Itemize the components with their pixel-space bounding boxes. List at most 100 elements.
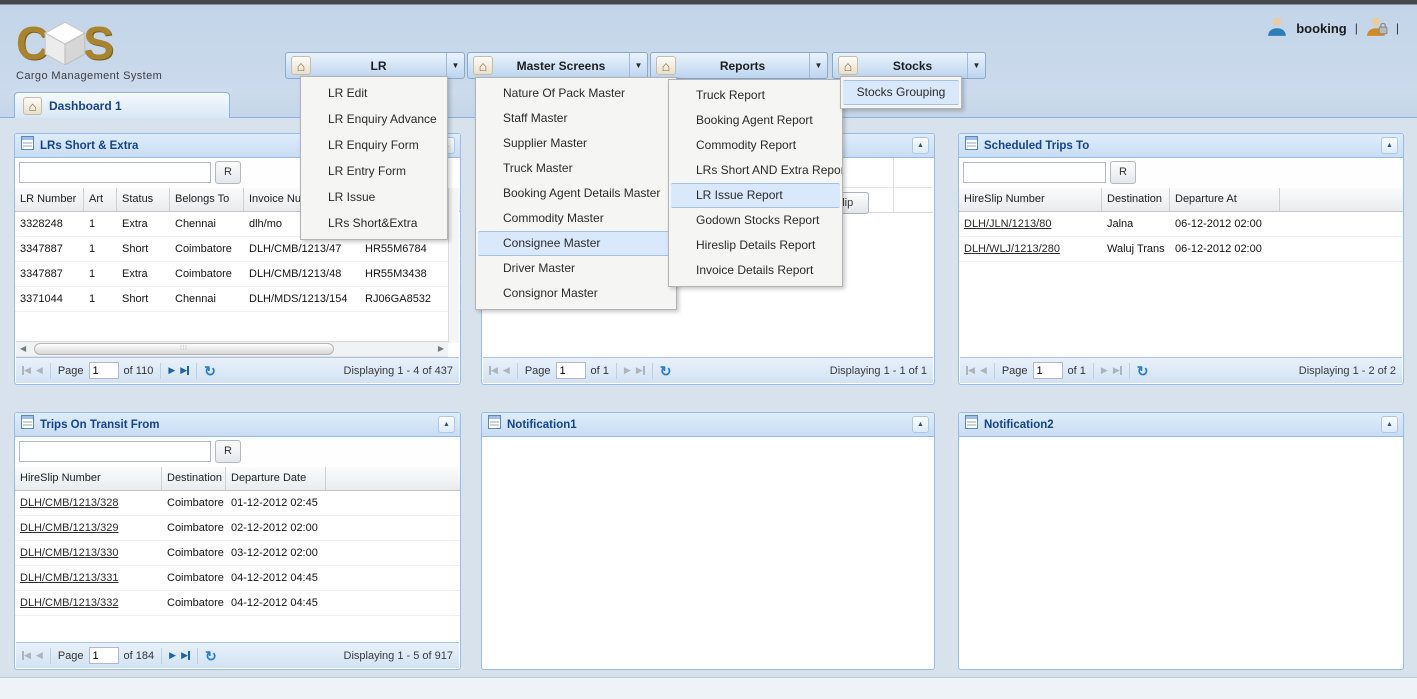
menu-button-lr[interactable]: ⌂ LR ▼: [285, 52, 465, 79]
chevron-down-icon[interactable]: ▼: [809, 53, 827, 78]
column-header[interactable]: HireSlip Number: [15, 467, 162, 490]
last-page-button[interactable]: ▶: [181, 650, 190, 661]
search-input[interactable]: [19, 162, 211, 183]
menu-item-lr-enquiry-form[interactable]: LR Enquiry Form: [301, 132, 447, 158]
menu-item-lr-enquiry-advance[interactable]: LR Enquiry Advance: [301, 106, 447, 132]
menu-item-lr-entry-form[interactable]: LR Entry Form: [301, 158, 447, 184]
table-row[interactable]: DLH/CMB/1213/332 Coimbatore 04-12-2012 0…: [15, 591, 460, 616]
column-header[interactable]: Departure At: [1170, 188, 1280, 211]
hireslip-link[interactable]: DLH/WLJ/1213/280: [959, 237, 1102, 261]
refresh-icon[interactable]: ↻: [205, 649, 217, 663]
tab-dashboard-1[interactable]: ⌂ Dashboard 1: [14, 92, 230, 118]
menu-item-supplier-master[interactable]: Supplier Master: [476, 131, 676, 156]
hireslip-link[interactable]: DLH/CMB/1213/331: [15, 566, 162, 590]
menu-button-master-screens[interactable]: ⌂ Master Screens ▼: [467, 52, 648, 79]
table-row[interactable]: DLH/CMB/1213/330 Coimbatore 03-12-2012 0…: [15, 541, 460, 566]
menu-button-reports[interactable]: ⌂ Reports ▼: [650, 52, 828, 79]
menu-item-hireslip-details-report[interactable]: Hireslip Details Report: [669, 233, 842, 258]
vertical-scrollbar[interactable]: [448, 188, 459, 343]
column-header[interactable]: Status: [117, 188, 170, 211]
scroll-right-icon[interactable]: ▶: [438, 344, 444, 353]
next-page-button[interactable]: ▶: [1101, 365, 1108, 376]
refresh-icon[interactable]: ↻: [660, 364, 672, 378]
table-row[interactable]: DLH/CMB/1213/328 Coimbatore 01-12-2012 0…: [15, 491, 460, 516]
horizontal-scrollbar[interactable]: ◀ ▶: [16, 341, 448, 357]
page-number-input[interactable]: [89, 362, 119, 379]
menu-item-lrs-short-extra[interactable]: LRs Short&Extra: [301, 210, 447, 236]
menu-item-nature-of-pack-master[interactable]: Nature Of Pack Master: [476, 81, 676, 106]
menu-item-commodity-master[interactable]: Commodity Master: [476, 206, 676, 231]
table-row[interactable]: 3347887 1 Extra Coimbatore DLH/CMB/1213/…: [15, 262, 460, 287]
menu-item-booking-agent-details-master[interactable]: Booking Agent Details Master: [476, 181, 676, 206]
menu-item-staff-master[interactable]: Staff Master: [476, 106, 676, 131]
search-input[interactable]: [19, 441, 211, 462]
refresh-icon[interactable]: ↻: [1137, 364, 1149, 378]
table-row[interactable]: DLH/CMB/1213/329 Coimbatore 02-12-2012 0…: [15, 516, 460, 541]
first-page-button[interactable]: ◀: [489, 365, 498, 376]
menu-item-lr-edit[interactable]: LR Edit: [301, 80, 447, 106]
table-row[interactable]: DLH/CMB/1213/331 Coimbatore 04-12-2012 0…: [15, 566, 460, 591]
hireslip-link[interactable]: DLH/CMB/1213/328: [15, 491, 162, 515]
table-row[interactable]: DLH/WLJ/1213/280 Waluj Trans 06-12-2012 …: [959, 237, 1403, 262]
next-page-button[interactable]: ▶: [168, 365, 175, 376]
prev-page-button[interactable]: ◀: [36, 365, 43, 376]
collapse-button[interactable]: ▲: [1381, 137, 1398, 154]
menu-item-lr-issue[interactable]: LR Issue: [301, 184, 447, 210]
menu-item-truck-master[interactable]: Truck Master: [476, 156, 676, 181]
first-page-button[interactable]: ◀: [966, 365, 975, 376]
collapse-button[interactable]: ▲: [1381, 416, 1398, 433]
next-page-button[interactable]: ▶: [169, 650, 176, 661]
column-header[interactable]: Destination: [1102, 188, 1170, 211]
menu-item-lrs-short-and-extra-report[interactable]: LRs Short AND Extra Report: [669, 158, 842, 183]
menu-item-godown-stocks-report[interactable]: Godown Stocks Report: [669, 208, 842, 233]
table-row[interactable]: 3347887 1 Short Coimbatore DLH/CMB/1213/…: [15, 237, 460, 262]
chevron-down-icon[interactable]: ▼: [967, 53, 985, 78]
last-page-button[interactable]: ▶: [636, 365, 645, 376]
menu-item-truck-report[interactable]: Truck Report: [669, 83, 842, 108]
chevron-down-icon[interactable]: ▼: [446, 53, 464, 78]
column-header[interactable]: Destination: [162, 467, 226, 490]
menu-item-commodity-report[interactable]: Commodity Report: [669, 133, 842, 158]
menu-item-lr-issue-report[interactable]: LR Issue Report: [671, 183, 840, 208]
table-row[interactable]: 3371044 1 Short Chennai DLH/MDS/1213/154…: [15, 287, 460, 312]
first-page-button[interactable]: ◀: [22, 650, 31, 661]
menu-item-invoice-details-report[interactable]: Invoice Details Report: [669, 258, 842, 283]
collapse-button[interactable]: ▲: [438, 416, 455, 433]
prev-page-button[interactable]: ◀: [503, 365, 510, 376]
reset-button[interactable]: R: [215, 440, 241, 463]
page-number-input[interactable]: [89, 647, 119, 664]
hireslip-link[interactable]: DLH/CMB/1213/329: [15, 516, 162, 540]
first-page-button[interactable]: ◀: [22, 365, 31, 376]
prev-page-button[interactable]: ◀: [36, 650, 43, 661]
scroll-left-icon[interactable]: ◀: [20, 344, 26, 353]
column-header[interactable]: Departure Date: [226, 467, 326, 490]
menu-item-consignor-master[interactable]: Consignor Master: [476, 281, 676, 306]
table-row[interactable]: DLH/JLN/1213/80 Jalna 06-12-2012 02:00: [959, 212, 1403, 237]
page-number-input[interactable]: [1033, 362, 1063, 379]
column-header[interactable]: Art: [84, 188, 117, 211]
logout-lock-icon[interactable]: [1366, 15, 1388, 42]
prev-page-button[interactable]: ◀: [980, 365, 987, 376]
column-header[interactable]: HireSlip Number: [959, 188, 1102, 211]
menu-item-consignee-master[interactable]: Consignee Master: [478, 231, 674, 256]
hireslip-link[interactable]: DLH/CMB/1213/330: [15, 541, 162, 565]
search-input[interactable]: [963, 162, 1106, 183]
last-page-button[interactable]: ▶: [180, 365, 189, 376]
refresh-icon[interactable]: ↻: [204, 364, 216, 378]
hireslip-link[interactable]: DLH/JLN/1213/80: [959, 212, 1102, 236]
collapse-button[interactable]: ▲: [912, 137, 929, 154]
chevron-down-icon[interactable]: ▼: [629, 53, 647, 78]
column-header[interactable]: LR Number: [15, 188, 84, 211]
hireslip-link[interactable]: DLH/CMB/1213/332: [15, 591, 162, 615]
menu-item-stocks-grouping[interactable]: Stocks Grouping: [843, 80, 959, 105]
menu-item-booking-agent-report[interactable]: Booking Agent Report: [669, 108, 842, 133]
reset-button[interactable]: R: [1110, 161, 1136, 184]
collapse-button[interactable]: ▲: [912, 416, 929, 433]
last-page-button[interactable]: ▶: [1113, 365, 1122, 376]
reset-button[interactable]: R: [215, 161, 241, 184]
menu-button-stocks[interactable]: ⌂ Stocks ▼: [832, 52, 986, 79]
page-number-input[interactable]: [556, 362, 586, 379]
scrollbar-thumb[interactable]: [34, 343, 334, 355]
user-icon[interactable]: [1266, 15, 1288, 42]
column-header[interactable]: Belongs To: [170, 188, 244, 211]
